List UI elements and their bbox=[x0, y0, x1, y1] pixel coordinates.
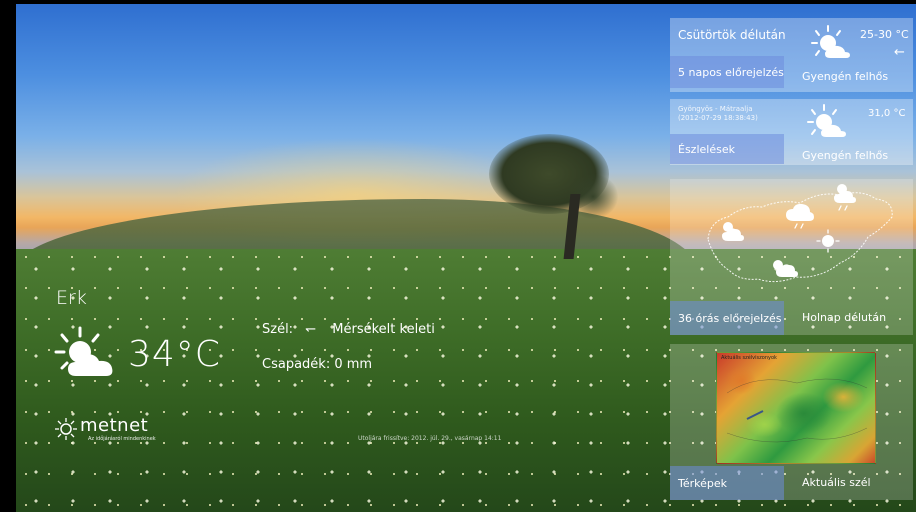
5-day-forecast-button[interactable]: 5 napos előrejelzés bbox=[670, 56, 784, 88]
forecast-wind-icon: ← bbox=[894, 45, 905, 60]
precipitation-row: Csapadék: 0 mm bbox=[262, 357, 372, 372]
precipitation-value: 0 mm bbox=[334, 357, 373, 372]
forecast-condition: Gyengén felhős bbox=[802, 70, 889, 83]
observation-temperature: 31,0 °C bbox=[868, 108, 906, 119]
station-info: Gyöngyös - Mátraalja (2012-07-29 18:38:4… bbox=[678, 105, 758, 123]
station-name: Gyöngyös - Mátraalja bbox=[678, 105, 753, 113]
wind-value: Mérsékelt keleti bbox=[332, 322, 435, 337]
observation-condition: Gyengén felhős bbox=[802, 149, 889, 162]
sun-cloud-icon bbox=[807, 104, 846, 137]
hungary-map bbox=[707, 184, 893, 283]
forecast-temperature: 25-30 °C bbox=[860, 28, 909, 41]
city-name: Erk bbox=[56, 287, 87, 309]
current-wind-label: Aktuális szél bbox=[802, 476, 871, 489]
wind-map-thumbnail: Aktuális szélviszonyok bbox=[716, 352, 876, 464]
wind-arrows-overlay bbox=[726, 378, 868, 443]
forecast-day-label: Csütörtök délután bbox=[678, 28, 786, 42]
last-updated: Utoljára frissítve: 2012. júl. 29., vasá… bbox=[358, 435, 502, 442]
observation-datetime: (2012-07-29 18:38:43) bbox=[678, 114, 758, 122]
logo-text: metnet bbox=[80, 415, 149, 436]
metnet-logo: metnet Az időjárásról mindenkinek bbox=[54, 415, 194, 451]
wind-direction-icon: ↽ bbox=[305, 322, 317, 337]
sun-cloud-icon bbox=[811, 25, 850, 58]
36-hour-forecast-button[interactable]: 36 órás előrejelzés bbox=[670, 301, 784, 335]
precipitation-label: Csapadék: bbox=[262, 357, 331, 372]
weather-app: Erk 34°C Szél: ↽ Mérsékelt keleti Csapad… bbox=[16, 4, 916, 512]
wind-row: Szél: ↽ Mérsékelt keleti bbox=[262, 322, 435, 337]
forecast-tile[interactable]: Csütörtök délután 25-30 °C ← 5 napos elő… bbox=[670, 18, 913, 92]
current-temperature: 34°C bbox=[128, 334, 221, 375]
tomorrow-afternoon-label: Holnap délután bbox=[802, 311, 887, 324]
sun-logo-icon bbox=[55, 418, 77, 440]
logo-tagline: Az időjárásról mindenkinek bbox=[88, 436, 156, 442]
36-hour-forecast-tile[interactable]: 36 órás előrejelzés Holnap délután bbox=[670, 179, 913, 335]
maps-tile[interactable]: Aktuális szélviszonyok Térképek Aktuális… bbox=[670, 344, 913, 500]
observations-button[interactable]: Észlelések bbox=[670, 134, 784, 164]
partly-cloudy-sun-icon bbox=[54, 326, 113, 376]
observation-tile[interactable]: Gyöngyös - Mátraalja (2012-07-29 18:38:4… bbox=[670, 99, 913, 165]
maps-button[interactable]: Térképek bbox=[670, 466, 784, 500]
wind-label: Szél: bbox=[262, 322, 294, 337]
